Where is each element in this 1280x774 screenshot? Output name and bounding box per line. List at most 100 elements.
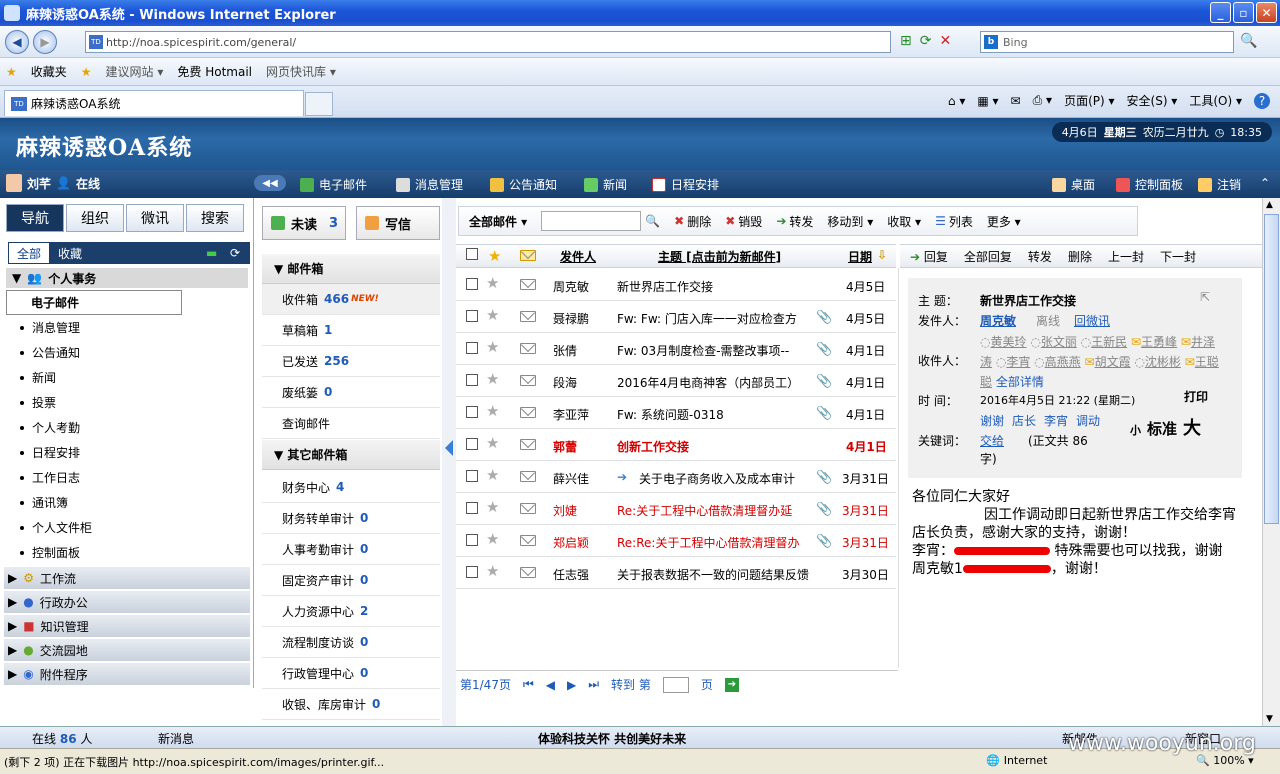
search-icon[interactable]: 🔍: [1240, 33, 1257, 49]
star-icon[interactable]: ★: [486, 436, 499, 450]
favorites-button[interactable]: 收藏夹: [31, 63, 67, 80]
row-checkbox[interactable]: [466, 374, 478, 386]
new-tab-button[interactable]: [305, 92, 333, 116]
star-column-icon[interactable]: ★: [488, 247, 501, 265]
keyword-link[interactable]: 调动: [1076, 412, 1100, 429]
font-standard-button[interactable]: 标准: [1147, 418, 1177, 439]
compose-button[interactable]: 写信: [356, 206, 440, 240]
nav-item-messages[interactable]: 消息管理: [6, 315, 246, 340]
menu-logout[interactable]: 注销: [1198, 176, 1241, 193]
back-icon[interactable]: ◀: [5, 30, 29, 54]
nav-item-schedule[interactable]: 日程安排: [6, 440, 246, 465]
add-favorite-icon[interactable]: ★: [81, 65, 92, 79]
menu-item-messages[interactable]: 消息管理: [396, 176, 463, 193]
folder-query[interactable]: 查询邮件: [262, 408, 440, 439]
recipient[interactable]: ◌高燕燕: [1034, 355, 1081, 369]
page-input[interactable]: [662, 676, 689, 693]
refresh-icon[interactable]: ⟳: [230, 246, 240, 260]
row-checkbox[interactable]: [466, 566, 478, 578]
select-all-checkbox[interactable]: [466, 248, 478, 260]
tab-search[interactable]: 搜索: [186, 204, 244, 232]
mail-subject[interactable]: 新世界店工作交接: [617, 278, 817, 295]
fav-item[interactable]: 网页快讯库 ▾: [266, 63, 336, 80]
page-menu[interactable]: 页面(P) ▾: [1064, 92, 1114, 109]
minimize-button[interactable]: _: [1210, 2, 1231, 23]
acc-community[interactable]: ▶ ● 交流园地: [4, 638, 250, 661]
star-icon[interactable]: ★: [486, 532, 499, 546]
popout-icon[interactable]: ⇱: [1200, 290, 1210, 304]
sender-column[interactable]: 发件人: [560, 248, 596, 265]
fav-item[interactable]: 免费 Hotmail: [177, 63, 252, 80]
mail-row[interactable]: ★ 聂禄鹏 Fw: Fw: 门店入库一一对应检查方 📎 4月5日: [456, 301, 896, 333]
star-icon[interactable]: ★: [486, 372, 499, 386]
subtab-all[interactable]: 全部: [8, 242, 51, 264]
new-message-link[interactable]: 新消息: [158, 730, 194, 747]
mail-row[interactable]: ★ 郑启颖 Re:Re:关于工程中心借款清理督办 📎 3月31日: [456, 525, 896, 557]
nav-item-attendance[interactable]: 个人考勤: [6, 415, 246, 440]
minus-icon[interactable]: ▬: [206, 246, 217, 260]
row-checkbox[interactable]: [466, 278, 478, 290]
folder-inbox[interactable]: 收件箱 466 NEW!: [262, 284, 440, 315]
folder-drafts[interactable]: 草稿箱 1: [262, 315, 440, 346]
nav-item-email[interactable]: 电子邮件: [6, 290, 182, 315]
nav-item-files[interactable]: 个人文件柜: [6, 515, 246, 540]
row-checkbox[interactable]: [466, 406, 478, 418]
folder-trash[interactable]: 废纸篓 0: [262, 377, 440, 408]
mail-row[interactable]: ★ 郭蕾 创新工作交接 4月1日: [456, 429, 896, 461]
tools-menu[interactable]: 工具(O) ▾: [1189, 92, 1242, 109]
mail-row[interactable]: ★ 薛兴佳 ➔ 关于电子商务收入及成本审计 📎 3月31日: [456, 461, 896, 493]
nav-item-control[interactable]: 控制面板: [6, 540, 246, 565]
refresh-icon[interactable]: ⟳: [920, 33, 932, 49]
forward-button[interactable]: ➔ 转发: [776, 213, 813, 230]
sort-arrow-icon[interactable]: ⇩: [877, 248, 887, 262]
list-button[interactable]: ☰ 列表: [935, 213, 973, 230]
mail-subject[interactable]: 关于电子商务收入及成本审计: [639, 470, 811, 487]
prev-mail-button[interactable]: 上一封: [1108, 248, 1144, 265]
print-link[interactable]: 打印: [1184, 388, 1208, 405]
row-checkbox[interactable]: [466, 502, 478, 514]
from-name[interactable]: 周克敏: [980, 312, 1016, 329]
close-button[interactable]: ✕: [1256, 2, 1277, 23]
mail-subject[interactable]: Fw: 系统问题-0318: [617, 406, 809, 423]
destroy-button[interactable]: ✖ 销毁: [725, 213, 762, 230]
mail-subject[interactable]: Fw: Fw: 门店入库一一对应检查方: [617, 310, 809, 327]
star-icon[interactable]: ★: [486, 308, 499, 322]
keyword-link[interactable]: 店长: [1012, 412, 1036, 429]
nav-item-vote[interactable]: 投票: [6, 390, 246, 415]
mailbox-header[interactable]: ▼ 邮件箱: [262, 254, 440, 284]
subtab-favorites[interactable]: 收藏: [50, 242, 90, 264]
star-icon[interactable]: ★: [486, 340, 499, 354]
recipient[interactable]: ◌沈彬彬: [1134, 355, 1181, 369]
recipient[interactable]: ◌张文丽: [1030, 335, 1077, 349]
last-page-icon[interactable]: ⏭: [588, 677, 599, 692]
nav-item-addressbook[interactable]: 通讯簿: [6, 490, 246, 515]
keyword-link[interactable]: 李宵: [1044, 412, 1068, 429]
page-scrollbar[interactable]: ▲ ▼: [1262, 198, 1280, 726]
menu-item-notices[interactable]: 公告通知: [490, 176, 557, 193]
folder-other[interactable]: 行政管理中心 0: [262, 658, 440, 689]
search-input[interactable]: b Bing: [980, 31, 1234, 53]
nav-item-worklog[interactable]: 工作日志: [6, 465, 246, 490]
recipient[interactable]: ◌黄美玲: [980, 335, 1027, 349]
feeds-icon[interactable]: ▦ ▾: [977, 94, 998, 108]
folder-other[interactable]: 财务中心 4: [262, 472, 440, 503]
folder-other[interactable]: 人事考勤审计 0: [262, 534, 440, 565]
row-checkbox[interactable]: [466, 534, 478, 546]
star-icon[interactable]: ★: [486, 564, 499, 578]
recipient[interactable]: ◌李宵: [996, 355, 1031, 369]
star-icon[interactable]: ★: [486, 404, 499, 418]
safety-menu[interactable]: 安全(S) ▾: [1127, 92, 1178, 109]
row-checkbox[interactable]: [466, 342, 478, 354]
font-large-button[interactable]: 大: [1183, 414, 1201, 440]
forward-mail-button[interactable]: 转发: [1028, 248, 1052, 265]
recipient[interactable]: ✉王勇峰: [1131, 335, 1177, 349]
mail-subject[interactable]: 关于报表数据不一致的问题结果反馈: [617, 566, 839, 583]
compat-icon[interactable]: ⊞: [900, 33, 912, 49]
mail-row[interactable]: ★ 周克敏 新世界店工作交接 4月5日: [456, 269, 896, 301]
tab-nav[interactable]: 导航: [6, 204, 64, 232]
reply-all-button[interactable]: 全部回复: [964, 248, 1012, 265]
next-mail-button[interactable]: 下一封: [1160, 248, 1196, 265]
folder-other[interactable]: 流程制度访谈 0: [262, 627, 440, 658]
mail-subject[interactable]: 2016年4月电商神客（内部员工）: [617, 374, 809, 391]
star-icon[interactable]: ★: [486, 276, 499, 290]
